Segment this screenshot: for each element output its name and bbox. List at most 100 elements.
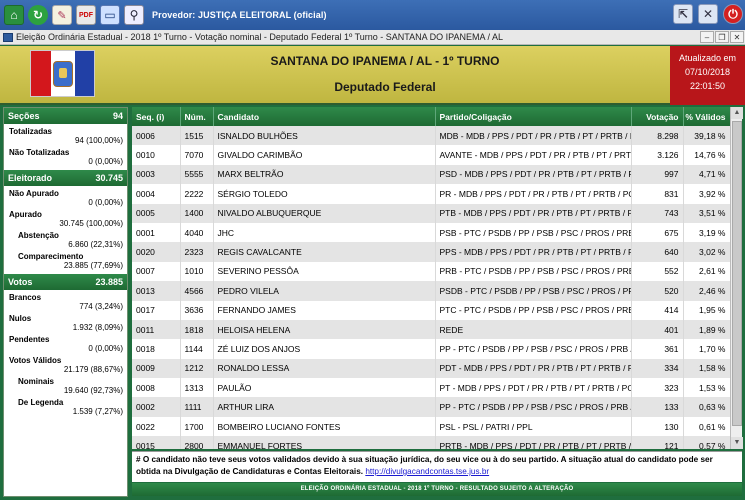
cell-candidato: RONALDO LESSA — [213, 358, 436, 379]
cell-candidato: EMMANUEL FORTES — [213, 436, 436, 449]
cell-seq: 0002 — [132, 397, 181, 417]
brancos-label: Brancos — [9, 293, 42, 302]
col-votacao-header[interactable]: Votação — [631, 107, 684, 126]
cell-candidato: PEDRO VILELA — [213, 281, 436, 301]
cell-candidato: ZÉ LUIZ DOS ANJOS — [213, 339, 436, 359]
cell-votacao: 640 — [631, 242, 684, 262]
cell-candidato: SÉRGIO TOLEDO — [213, 184, 436, 204]
table-row[interactable]: 0015 2800 EMMANUEL FORTES PRTB - MDB / PPS … — [132, 436, 730, 449]
cell-partido: PT - MDB / PPS / PDT / PR / PTB / PT / P… — [435, 378, 632, 398]
window-restore-button[interactable]: ❐ — [715, 31, 729, 43]
window-close-button[interactable]: ✕ — [730, 31, 744, 43]
refresh-icon[interactable]: ↻ — [28, 5, 48, 25]
cell-validos: 4,71 % — [683, 164, 730, 185]
cell-num: 1144 — [180, 339, 214, 359]
nulos-value: 1.932 (8,09%) — [72, 323, 123, 332]
col-seq-header[interactable]: Seq. (i) — [132, 107, 181, 126]
cell-num: 1400 — [180, 203, 214, 223]
cell-partido: PTB - MDB / PPS / PDT / PR / PTB / PT / … — [435, 203, 632, 223]
cell-validos: 1,89 % — [683, 319, 730, 340]
home-icon[interactable]: ⌂ — [4, 5, 24, 25]
cell-seq: 0011 — [132, 319, 181, 340]
cell-candidato: ARTHUR LIRA — [213, 397, 436, 417]
cell-partido: PR - MDB / PPS / PDT / PR / PTB / PT / P… — [435, 184, 632, 204]
alagoas-flag-icon — [30, 50, 95, 97]
comparecimento-label: Comparecimento — [18, 252, 84, 261]
table-row[interactable]: 0005 1400 NIVALDO ALBUQUERQUE PTB - MDB / P… — [132, 203, 730, 223]
cell-seq: 0001 — [132, 222, 181, 243]
apurado-value: 30.745 (100,00%) — [59, 219, 123, 228]
scroll-down-icon[interactable]: ▼ — [731, 437, 743, 449]
minimize-icon[interactable]: ⇱ — [673, 4, 693, 24]
col-candidato-header[interactable]: Candidato — [213, 107, 436, 126]
cell-votacao: 130 — [631, 416, 684, 437]
cell-num: 4040 — [180, 222, 214, 243]
cell-seq: 0022 — [132, 416, 181, 437]
cell-validos: 1,58 % — [683, 358, 730, 379]
table-header-row: Seq. (i) Núm. Candidato Partido/Coligaçã… — [132, 107, 730, 126]
status-footer: ELEIÇÃO ORDINÁRIA ESTADUAL - 2018 1º TUR… — [132, 483, 742, 496]
cell-partido: PRB - PTC / PSDB / PP / PSB / PSC / PROS… — [435, 261, 632, 282]
table-row[interactable]: 0013 4566 PEDRO VILELA PSDB - PTC / PSDB / … — [132, 281, 730, 301]
cell-validos: 3,19 % — [683, 222, 730, 243]
cell-seq: 0015 — [132, 436, 181, 449]
close-icon[interactable]: ⏻ — [723, 4, 743, 24]
table-row[interactable]: 0022 1700 BOMBEIRO LUCIANO FONTES PSL - PSL… — [132, 416, 730, 437]
apurado-label: Apurado — [9, 210, 42, 219]
legenda-value: 1.539 (7,27%) — [72, 407, 123, 416]
table-row[interactable]: 0010 7070 GIVALDO CARIMBÃO AVANTE - MDB / P… — [132, 145, 730, 165]
cell-validos: 14,76 % — [683, 145, 730, 165]
table-scrollbar[interactable]: ▲ ▼ — [730, 107, 743, 449]
table-row[interactable]: 0009 1212 RONALDO LESSA PDT - MDB / PPS / P… — [132, 358, 730, 379]
table-row[interactable]: 0003 5555 MARX BELTRÃO PSD - MDB / PPS / PD… — [132, 164, 730, 185]
table-row[interactable]: 0007 1010 SEVERINO PESSÔA PRB - PTC / PSDB … — [132, 261, 730, 282]
candidaturas-link[interactable]: http://divulgacandcontas.tse.jus.br — [365, 467, 489, 476]
scroll-up-icon[interactable]: ▲ — [731, 107, 743, 119]
table-row[interactable]: 0017 3636 FERNANDO JAMES PTC - PTC / PSDB /… — [132, 300, 730, 320]
table-row[interactable]: 0020 2323 REGIS CAVALCANTE PPS - MDB / PPS … — [132, 242, 730, 262]
settings-icon[interactable]: ✕ — [698, 4, 718, 24]
cell-validos: 0,63 % — [683, 397, 730, 417]
cell-candidato: REGIS CAVALCANTE — [213, 242, 436, 262]
monitor-icon[interactable]: ▭ — [100, 5, 120, 25]
cell-candidato: GIVALDO CARIMBÃO — [213, 145, 436, 165]
cell-votacao: 121 — [631, 436, 684, 449]
totalizadas-label: Totalizadas — [9, 127, 52, 136]
cell-num: 1111 — [180, 397, 214, 417]
cell-partido: REDE — [435, 319, 632, 340]
cell-partido: MDB - MDB / PPS / PDT / PR / PTB / PT / … — [435, 126, 632, 146]
cell-partido: PSB - PTC / PSDB / PP / PSB / PSC / PROS… — [435, 222, 632, 243]
footnote: # O candidato não teve seus votos valida… — [132, 451, 742, 482]
pdf-icon[interactable]: PDF — [76, 5, 96, 25]
window-minimize-button[interactable]: – — [700, 31, 714, 43]
table-row[interactable]: 0011 1818 HELOISA HELENA REDE 401 1,89 % — [132, 319, 730, 340]
votos-value: 23.885 — [95, 277, 123, 287]
secoes-label: Seções — [8, 111, 40, 121]
cell-seq: 0009 — [132, 358, 181, 379]
table-row[interactable]: 0001 4040 JHC PSB - PTC / PSDB / PP / PSB /… — [132, 222, 730, 243]
col-num-header[interactable]: Núm. — [180, 107, 214, 126]
cell-candidato: NIVALDO ALBUQUERQUE — [213, 203, 436, 223]
nao-totalizadas-label: Não Totalizadas — [9, 148, 70, 157]
cell-num: 5555 — [180, 164, 214, 185]
cell-num: 1818 — [180, 319, 214, 340]
cell-votacao: 997 — [631, 164, 684, 185]
table-row[interactable]: 0004 2222 SÉRGIO TOLEDO PR - MDB / PPS / PD… — [132, 184, 730, 204]
table-row[interactable]: 0018 1144 ZÉ LUIZ DOS ANJOS PP - PTC / PSDB… — [132, 339, 730, 359]
nulos-label: Nulos — [9, 314, 32, 323]
updated-date: 07/10/2018 — [684, 67, 731, 77]
search-icon[interactable]: ⚲ — [124, 5, 144, 25]
col-partido-header[interactable]: Partido/Coligação — [435, 107, 632, 126]
table-row[interactable]: 0008 1313 PAULÃO PT - MDB / PPS / PDT / PR … — [132, 378, 730, 398]
page-subtitle: Deputado Federal — [334, 80, 436, 94]
cell-validos: 2,61 % — [683, 261, 730, 282]
cell-votacao: 133 — [631, 397, 684, 417]
scroll-thumb[interactable] — [732, 121, 742, 426]
col-validos-header[interactable]: % Válidos — [683, 107, 730, 126]
edit-icon[interactable]: ✎ — [52, 5, 72, 25]
cell-partido: PPS - MDB / PPS / PDT / PR / PTB / PT / … — [435, 242, 632, 262]
header: SANTANA DO IPANEMA / AL - 1º TURNO Deput… — [0, 46, 745, 105]
cell-validos: 2,46 % — [683, 281, 730, 301]
table-row[interactable]: 0002 1111 ARTHUR LIRA PP - PTC / PSDB / PP … — [132, 397, 730, 417]
table-row[interactable]: 0006 1515 ISNALDO BULHÕES MDB - MDB / PPS /… — [132, 126, 730, 146]
